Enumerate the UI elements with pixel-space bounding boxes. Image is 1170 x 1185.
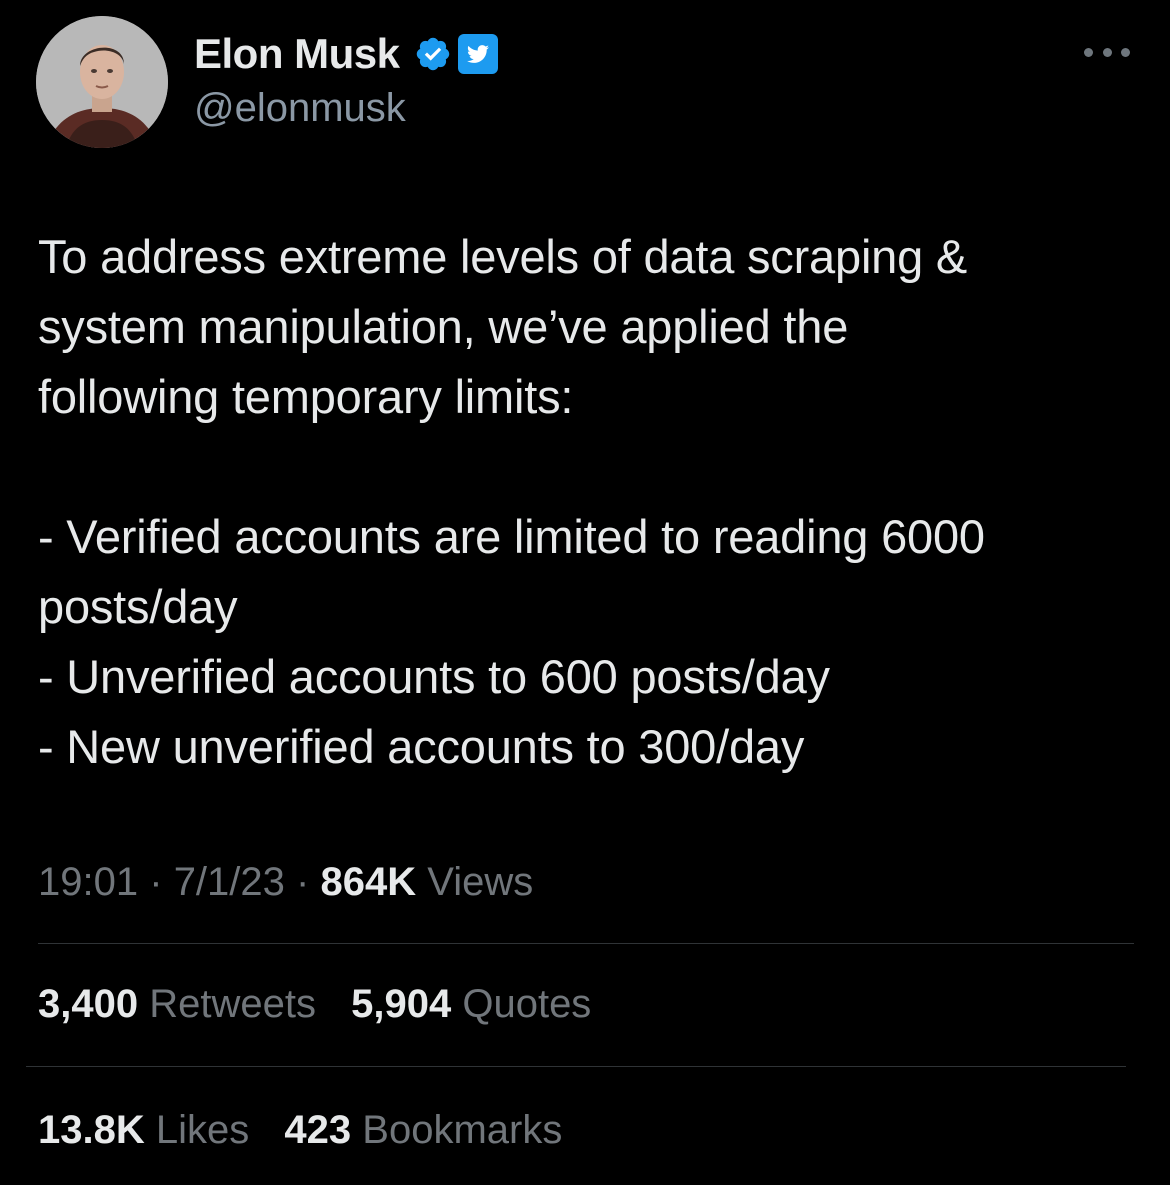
divider bbox=[38, 943, 1134, 944]
retweets-count: 3,400 bbox=[38, 982, 139, 1026]
quotes-stat[interactable]: 5,904 Quotes bbox=[351, 982, 591, 1026]
twitter-bird-icon[interactable] bbox=[457, 34, 498, 74]
tweet-detail: Elon Musk @elonmusk To address extreme l… bbox=[0, 0, 1170, 1185]
dot-icon bbox=[1121, 47, 1130, 57]
verified-badge-icon[interactable] bbox=[414, 35, 452, 73]
tweet-meta: 19:01 · 7/1/23 · 864K Views bbox=[38, 856, 533, 908]
dot-icon bbox=[1084, 47, 1093, 57]
tweet-time[interactable]: 19:01 bbox=[38, 860, 138, 904]
more-options-icon[interactable] bbox=[1084, 40, 1130, 64]
retweets-label: Retweets bbox=[149, 982, 316, 1026]
likes-count: 13.8K bbox=[38, 1108, 145, 1152]
tweet-text: To address extreme levels of data scrapi… bbox=[38, 222, 1138, 782]
tweet-text-line: - New unverified accounts to 300/day bbox=[38, 720, 805, 773]
bookmarks-stat[interactable]: 423 Bookmarks bbox=[284, 1108, 562, 1152]
quotes-count: 5,904 bbox=[351, 982, 452, 1026]
likes-label: Likes bbox=[155, 1108, 250, 1152]
tweet-text-line: To address extreme levels of data scrapi… bbox=[38, 230, 968, 283]
tweet-text-line: - Verified accounts are limited to readi… bbox=[38, 510, 985, 563]
engagement-row: 3,400 Retweets 5,904 Quotes bbox=[38, 978, 615, 1030]
author-name-row[interactable]: Elon Musk bbox=[194, 26, 498, 82]
views-label[interactable]: Views bbox=[427, 860, 533, 904]
meta-separator: · bbox=[149, 860, 163, 904]
tweet-text-line: following temporary limits: bbox=[38, 370, 574, 423]
retweets-stat[interactable]: 3,400 Retweets bbox=[38, 982, 316, 1026]
tweet-text-line: posts/day bbox=[38, 580, 238, 633]
bookmarks-label: Bookmarks bbox=[362, 1108, 563, 1152]
divider bbox=[26, 1066, 1126, 1067]
engagement-row: 13.8K Likes 423 Bookmarks bbox=[38, 1104, 586, 1156]
bookmarks-count: 423 bbox=[284, 1108, 352, 1152]
paragraph-break bbox=[38, 432, 1138, 502]
avatar-image bbox=[36, 16, 168, 148]
tweet-text-line: - Unverified accounts to 600 posts/day bbox=[38, 650, 830, 703]
meta-separator: · bbox=[296, 860, 310, 904]
likes-stat[interactable]: 13.8K Likes bbox=[38, 1108, 249, 1152]
quotes-label: Quotes bbox=[462, 982, 592, 1026]
author-display-name[interactable]: Elon Musk bbox=[194, 26, 400, 82]
tweet-date[interactable]: 7/1/23 bbox=[174, 860, 285, 904]
author-handle[interactable]: @elonmusk bbox=[194, 84, 406, 132]
avatar[interactable] bbox=[36, 16, 168, 148]
tweet-text-line: system manipulation, we’ve applied the bbox=[38, 300, 849, 353]
dot-icon bbox=[1102, 47, 1112, 57]
views-count[interactable]: 864K bbox=[320, 860, 416, 904]
